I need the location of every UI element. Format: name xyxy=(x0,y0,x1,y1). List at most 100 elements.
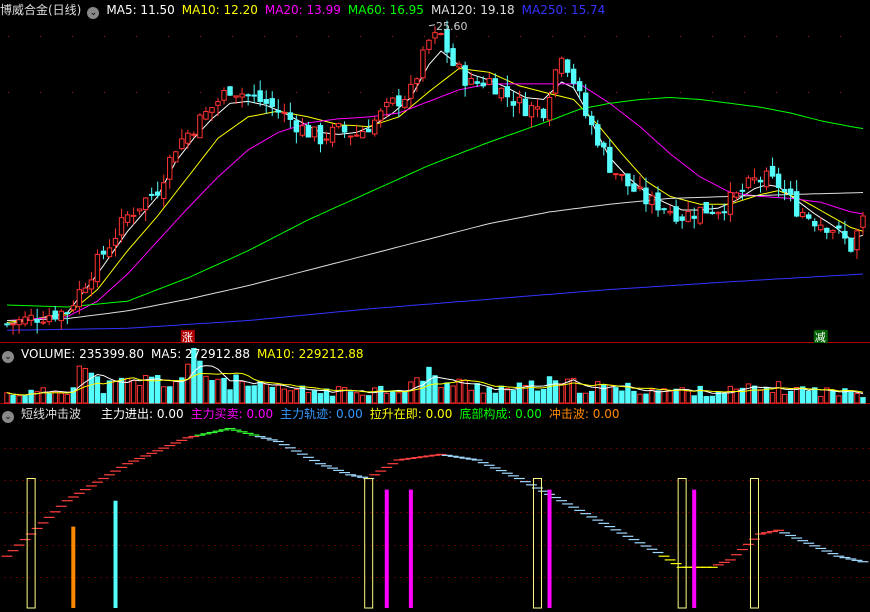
grid-dash xyxy=(88,448,90,449)
grid-dash xyxy=(766,480,768,481)
grid-dash xyxy=(544,448,546,449)
grid-dash xyxy=(826,545,828,546)
grid-dash xyxy=(808,448,810,449)
grid-dash xyxy=(730,480,732,481)
grid-dash xyxy=(622,512,624,513)
chevron-down-icon[interactable]: ⌄ xyxy=(2,351,14,363)
grid-dash xyxy=(40,448,42,449)
grid-dash xyxy=(220,545,222,546)
grid-dash xyxy=(478,577,480,578)
volume-bar xyxy=(335,386,342,404)
grid-dash xyxy=(640,577,642,578)
grid-dash xyxy=(658,577,660,578)
grid-dash xyxy=(526,480,528,481)
candle-body xyxy=(347,135,354,138)
grid-dash xyxy=(814,480,816,481)
grid-dash xyxy=(190,480,192,481)
candle-body xyxy=(679,216,685,221)
grid-dash xyxy=(256,512,258,513)
volume-bar xyxy=(414,377,420,404)
stock-chart-canvas[interactable]: 25.60 涨 减 xyxy=(0,0,870,612)
grid-dash xyxy=(460,545,462,546)
grid-dash xyxy=(652,577,654,578)
candle-body xyxy=(540,108,547,119)
grid-dash xyxy=(604,545,606,546)
volume-bar xyxy=(558,383,565,404)
grid-dash xyxy=(100,448,102,449)
grid-dash xyxy=(376,577,378,578)
candle-body xyxy=(275,110,281,113)
grid-dash xyxy=(814,448,816,449)
volume-bar xyxy=(836,395,842,404)
candle-body xyxy=(751,177,758,181)
grid-dash xyxy=(736,448,738,449)
volume-bar xyxy=(94,376,101,404)
candle-body xyxy=(552,69,559,94)
grid-dash xyxy=(622,577,624,578)
grid-dash xyxy=(148,545,150,546)
grid-dash xyxy=(64,512,66,513)
grid-dash xyxy=(100,577,102,578)
volume-bar xyxy=(167,386,173,404)
grid-dash xyxy=(514,577,516,578)
grid-dash xyxy=(826,577,828,578)
grid-dash xyxy=(46,545,48,546)
grid-dash xyxy=(646,577,648,578)
candle-body xyxy=(793,191,800,217)
grid-dash xyxy=(268,577,270,578)
grid-dash xyxy=(802,545,804,546)
chevron-down-icon[interactable]: ⌄ xyxy=(2,411,14,423)
grid-dash xyxy=(400,577,402,578)
grid-dash xyxy=(178,480,180,481)
grid-dash xyxy=(382,512,384,513)
candle-body xyxy=(293,120,300,133)
grid-dot xyxy=(8,92,9,93)
candle-body xyxy=(239,93,245,98)
candle-body xyxy=(812,220,818,227)
candle-body xyxy=(763,170,770,188)
grid-dash xyxy=(802,480,804,481)
grid-dash xyxy=(514,545,516,546)
grid-dash xyxy=(202,512,204,513)
grid-dash xyxy=(790,545,792,546)
grid-dash xyxy=(700,512,702,513)
volume-bar xyxy=(311,390,318,404)
grid-dash xyxy=(718,480,720,481)
grid-dash xyxy=(706,480,708,481)
volume-bar xyxy=(203,375,209,404)
candle-body xyxy=(709,211,716,214)
grid-dash xyxy=(220,448,222,449)
grid-dot xyxy=(40,92,41,93)
grid-dash xyxy=(346,577,348,578)
grid-dash xyxy=(742,480,744,481)
grid-dash xyxy=(262,545,264,546)
grid-dash xyxy=(226,480,228,481)
grid-dash xyxy=(94,577,96,578)
ma-label-2: MA20: 13.99 xyxy=(264,3,341,17)
grid-dash xyxy=(436,448,438,449)
grid-dash xyxy=(478,512,480,513)
grid-dash xyxy=(400,512,402,513)
grid-dash xyxy=(16,448,18,449)
grid-dash xyxy=(4,448,6,449)
grid-dash xyxy=(790,448,792,449)
grid-dash xyxy=(424,448,426,449)
candle-body xyxy=(582,92,589,117)
grid-dash xyxy=(256,545,258,546)
volume-bar xyxy=(185,363,191,404)
candle-body xyxy=(661,208,667,211)
grid-dash xyxy=(136,545,138,546)
grid-dash xyxy=(274,512,276,513)
grid-dash xyxy=(748,577,750,578)
chevron-down-icon[interactable]: ⌄ xyxy=(87,7,100,19)
grid-dash xyxy=(88,545,90,546)
grid-dash xyxy=(688,448,690,449)
grid-dash xyxy=(28,545,30,546)
grid-dash xyxy=(40,545,42,546)
grid-dot xyxy=(392,36,393,37)
volume-bar xyxy=(643,393,649,404)
grid-dash xyxy=(196,577,198,578)
grid-dash xyxy=(622,480,624,481)
volume-bar xyxy=(691,395,697,404)
grid-dash xyxy=(724,577,726,578)
